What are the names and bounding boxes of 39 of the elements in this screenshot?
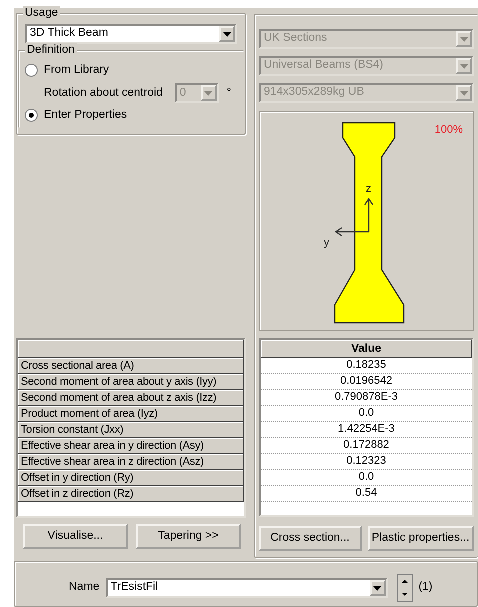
spin-buttons[interactable]	[396, 574, 413, 602]
dialog-button[interactable]: Tapering >>	[136, 524, 241, 549]
property-value: 0.0196542	[261, 374, 472, 390]
zoom-label: 100%	[434, 123, 463, 138]
property-value: 1.42254E-3	[261, 422, 472, 438]
radio-label[interactable]: Enter Properties	[44, 107, 128, 124]
property-label: Effective shear area in z direction (Asz)	[18, 454, 244, 470]
radio-button[interactable]	[25, 64, 38, 78]
radio-button[interactable]	[25, 109, 38, 122]
property-value: 0.18235	[261, 358, 472, 374]
axes-drawing	[334, 198, 374, 237]
name-label: Name	[69, 580, 100, 596]
property-label: Product moment of area (Iyz)	[18, 406, 244, 422]
axis-label: y	[324, 237, 330, 249]
unit-label: °	[226, 86, 232, 101]
radio-label[interactable]: From Library	[44, 62, 110, 80]
property-label: Offset in z direction (Rz)	[18, 486, 244, 502]
rotation-label: Rotation about centroid	[44, 86, 163, 101]
dialog-button[interactable]: Cross section...	[259, 526, 362, 551]
dialog-button[interactable]: Visualise...	[23, 524, 128, 549]
property-value: 0.12323	[261, 454, 472, 470]
property-label: Cross sectional area (A)	[18, 358, 244, 374]
usage-dropdown[interactable]: 3D Thick Beam	[25, 24, 237, 44]
count-label: (1)	[418, 580, 433, 596]
dialog-button[interactable]: Plastic properties...	[368, 526, 474, 551]
column-header: Value	[261, 340, 472, 358]
property-value: 0.0	[261, 470, 472, 486]
property-label: Torsion constant (Jxx)	[18, 422, 244, 438]
axis-label: z	[366, 183, 372, 195]
property-value: 0.0	[261, 406, 472, 422]
property-label: Second moment of area about y axis (Iyy)	[18, 374, 244, 390]
property-value: 0.54	[261, 486, 472, 502]
property-value: 0.790878E-3	[261, 390, 472, 406]
property-value: 0.172882	[261, 438, 472, 454]
name-dropdown[interactable]: TrEsistFil	[106, 578, 388, 598]
group-label: Usage	[23, 6, 60, 20]
property-label: Second moment of area about z axis (Izz)	[18, 390, 244, 406]
property-label: Effective shear area in y direction (Asy)	[18, 438, 244, 454]
property-label: Offset in y direction (Ry)	[18, 470, 244, 486]
